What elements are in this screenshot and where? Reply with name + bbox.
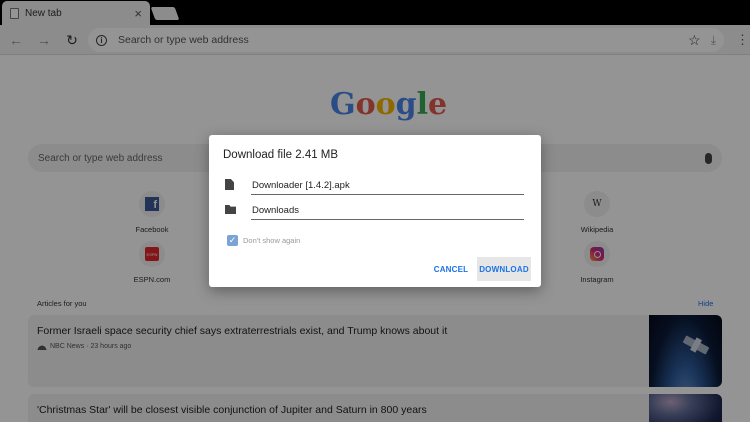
checkbox-checked-icon[interactable]: ✓ [227,235,238,246]
download-button[interactable]: DOWNLOAD [477,257,531,281]
file-icon [225,179,234,190]
checkbox-label: Don't show again [243,236,301,245]
cancel-button[interactable]: CANCEL [431,257,471,281]
folder-icon [225,205,236,214]
dialog-title: Download file 2.41 MB [223,149,339,161]
filename-field[interactable]: Downloader [1.4.2].apk [251,177,524,195]
dont-show-again-row[interactable]: ✓ Don't show again [227,235,300,246]
filename-row: Downloader [1.4.2].apk [225,177,525,195]
location-field[interactable]: Downloads [251,202,524,220]
location-row: Downloads [225,202,525,220]
download-dialog: Download file 2.41 MB Downloader [1.4.2]… [209,135,541,287]
